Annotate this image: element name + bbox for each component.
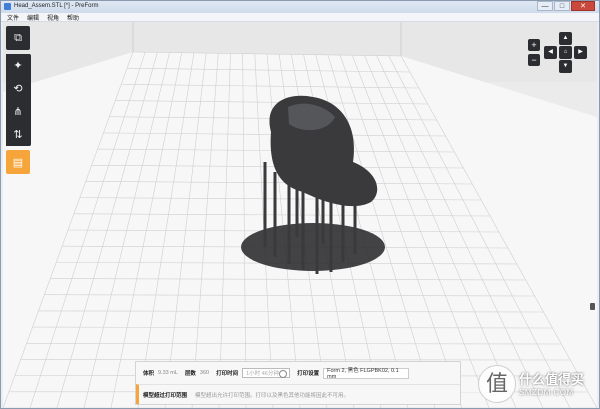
window-controls: — □ ✕ xyxy=(537,1,595,12)
print-button[interactable]: ▤ xyxy=(6,150,30,174)
pan-right-button[interactable]: ▶ xyxy=(574,46,587,59)
supports-button[interactable]: ⋔ xyxy=(6,100,30,123)
3d-viewport[interactable] xyxy=(3,22,597,408)
print-settings-value: Form 2, 黑色 FLGPBK02, 0.1 mm xyxy=(327,368,399,380)
print-settings-field[interactable]: Form 2, 黑色 FLGPBK02, 0.1 mm xyxy=(323,367,410,380)
left-toolbar: ⧉ ✦ ⟲ ⋔ ⇅ ▤ xyxy=(6,26,31,174)
layout-button[interactable]: ⇅ xyxy=(6,123,30,146)
home-view-button[interactable]: ⌂ xyxy=(559,46,572,59)
watermark-logo-icon: 值 xyxy=(478,365,516,403)
watermark: 值 什么值得买 SMZDM.COM xyxy=(478,361,598,407)
print-info-panel: 体积 9.33 mL 层数 360 打印时间 1小时 46分钟 打印设置 For… xyxy=(135,361,461,405)
warning-row: 模型超过打印范围 模型超出允许打印范围。打印以及黑色其他功能将因此不可用。 xyxy=(136,384,460,404)
window-title: Head_Assem.STL [*] - PreForm xyxy=(14,3,99,9)
view-cube-button[interactable]: ⧉ xyxy=(6,26,30,50)
maximize-button[interactable]: □ xyxy=(554,1,570,11)
build-platform-scene xyxy=(3,22,597,408)
app-window: Head_Assem.STL [*] - PreForm — □ ✕ 文件 编辑… xyxy=(0,0,600,409)
menu-file[interactable]: 文件 xyxy=(7,13,19,22)
print-stats-row: 体积 9.33 mL 层数 360 打印时间 1小时 46分钟 打印设置 For… xyxy=(136,362,460,384)
pan-down-button[interactable]: ▼ xyxy=(559,60,572,73)
title-bar: Head_Assem.STL [*] - PreForm — □ ✕ xyxy=(1,1,599,13)
zoom-controls: + − xyxy=(528,39,540,66)
auto-setup-button[interactable]: ✦ xyxy=(6,54,30,77)
watermark-text: 什么值得买 xyxy=(519,372,585,387)
print-time-field: 1小时 46分钟 xyxy=(242,368,291,378)
orientation-icon: ⟲ xyxy=(13,83,23,95)
zoom-out-button[interactable]: − xyxy=(528,54,540,66)
minimize-button[interactable]: — xyxy=(537,1,553,11)
model-raft xyxy=(241,223,385,271)
layout-icon: ⇅ xyxy=(13,129,23,141)
print-icon: ▤ xyxy=(12,156,24,169)
menu-edit[interactable]: 编辑 xyxy=(27,13,39,22)
menu-view[interactable]: 视角 xyxy=(47,13,59,22)
warning-text: 模型超出允许打印范围。打印以及黑色其他功能将因此不可用。 xyxy=(195,392,350,399)
zoom-in-button[interactable]: + xyxy=(528,39,540,51)
orientation-button[interactable]: ⟲ xyxy=(6,77,30,100)
preform-app-icon xyxy=(4,3,11,10)
clock-icon xyxy=(279,370,288,378)
print-time-value: 1小时 46分钟 xyxy=(246,371,279,377)
layers-label: 层数 xyxy=(184,371,196,377)
watermark-sub: SMZDM.COM xyxy=(519,388,574,397)
tool-group: ✦ ⟲ ⋔ ⇅ xyxy=(6,54,31,146)
close-button[interactable]: ✕ xyxy=(571,1,595,11)
menu-bar: 文件 编辑 视角 帮助 xyxy=(1,13,599,22)
print-time-label: 打印时间 xyxy=(216,371,239,377)
menu-help[interactable]: 帮助 xyxy=(67,13,79,22)
print-settings-label: 打印设置 xyxy=(297,371,320,377)
view-navigation-pad: ▲ ◀ ⌂ ▶ ▼ xyxy=(544,32,588,74)
volume-value: 9.33 mL xyxy=(158,370,178,376)
supports-icon: ⋔ xyxy=(13,106,23,118)
view-cube-icon: ⧉ xyxy=(14,31,22,44)
side-panel-handle[interactable] xyxy=(590,303,595,310)
magic-wand-icon: ✦ xyxy=(13,60,23,72)
layers-value: 360 xyxy=(199,370,210,376)
pan-up-button[interactable]: ▲ xyxy=(559,32,572,45)
volume-label: 体积 xyxy=(143,371,155,377)
warning-title: 模型超过打印范围 xyxy=(143,392,188,399)
pan-left-button[interactable]: ◀ xyxy=(544,46,557,59)
